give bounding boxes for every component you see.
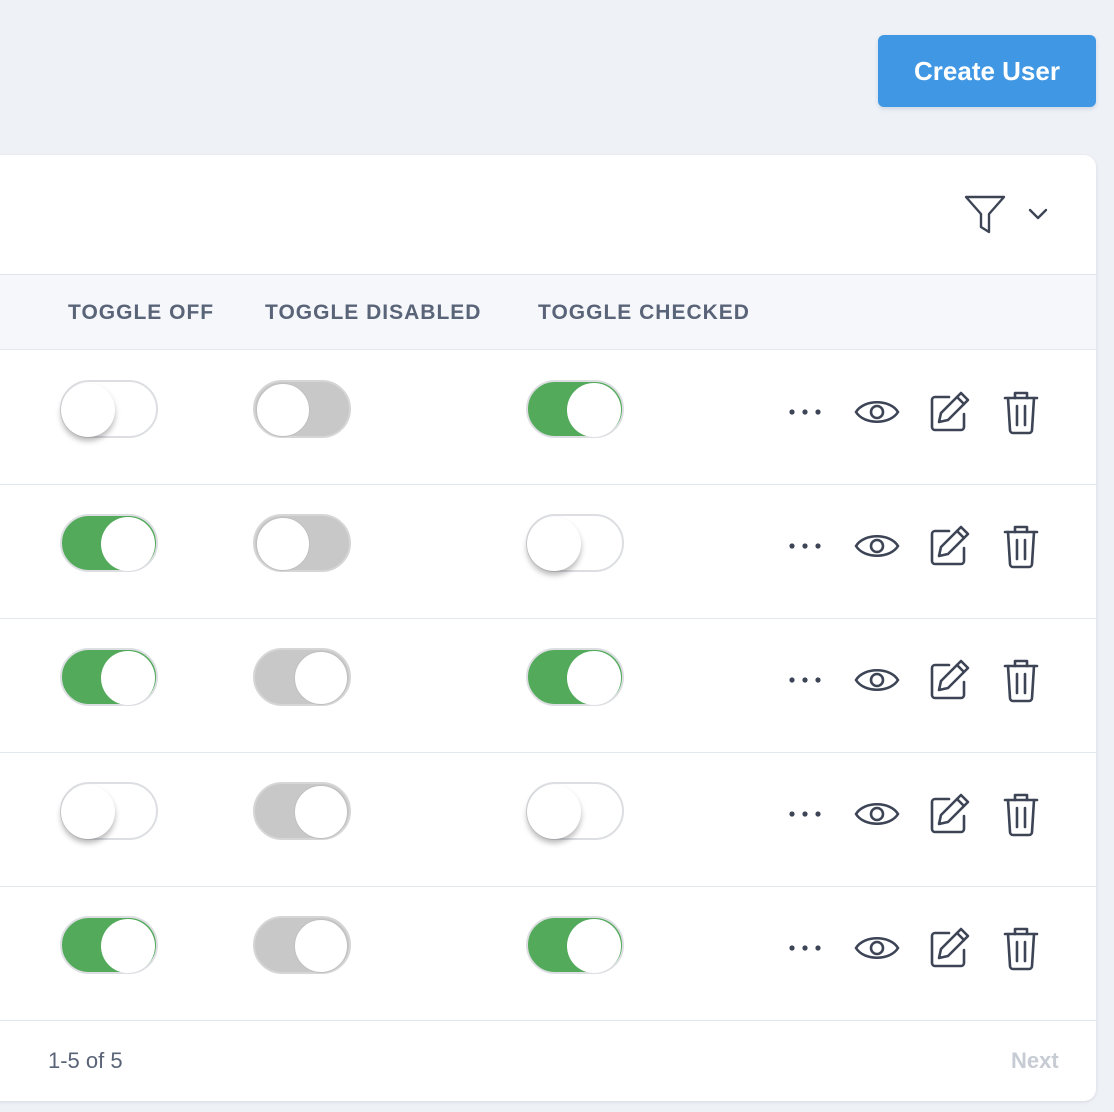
toggle-knob [527,785,581,839]
delete-icon[interactable] [998,925,1044,971]
pagination-range: 1-5 of 5 [48,1048,123,1073]
table-row [0,351,1096,485]
toggle-knob [101,919,155,973]
delete-icon[interactable] [998,791,1044,837]
table-row [0,485,1096,619]
toggle-knob [294,919,348,973]
toggle-knob [294,651,348,705]
toggle-off-switch[interactable] [60,648,158,706]
column-header-toggle-disabled: TOGGLE DISABLED [265,301,482,324]
delete-icon[interactable] [998,523,1044,569]
toggle-checked-switch[interactable] [526,380,624,438]
toggle-checked-switch[interactable] [526,782,624,840]
toggle-checked-switch[interactable] [526,514,624,572]
toggle-disabled-switch [253,648,351,706]
toggle-disabled-switch [253,514,351,572]
filter-icon [963,192,1007,241]
next-page-button[interactable]: Next [1011,1048,1059,1074]
more-icon[interactable] [782,791,828,837]
filter-button[interactable] [963,193,1063,239]
filter-bar [0,155,1096,275]
more-icon[interactable] [782,925,828,971]
toggle-knob [101,517,155,571]
toggle-off-switch[interactable] [60,514,158,572]
more-icon[interactable] [782,657,828,703]
table-header: TOGGLE OFF TOGGLE DISABLED TOGGLE CHECKE… [0,275,1096,350]
toggle-knob [256,517,310,571]
pagination-footer: 1-5 of 5 Next [0,1021,1096,1101]
edit-icon[interactable] [926,925,972,971]
edit-icon[interactable] [926,657,972,703]
view-icon[interactable] [854,925,900,971]
edit-icon[interactable] [926,523,972,569]
delete-icon[interactable] [998,657,1044,703]
toggle-off-switch[interactable] [60,916,158,974]
toggle-off-switch[interactable] [60,380,158,438]
edit-icon[interactable] [926,791,972,837]
delete-icon[interactable] [998,389,1044,435]
edit-icon[interactable] [926,389,972,435]
toggle-knob [61,785,115,839]
toggle-knob [61,383,115,437]
toggle-checked-switch[interactable] [526,916,624,974]
toggle-disabled-switch [253,782,351,840]
chevron-down-icon [1027,207,1049,226]
more-icon[interactable] [782,523,828,569]
toggle-knob [567,919,621,973]
toggle-knob [567,383,621,437]
view-icon[interactable] [854,791,900,837]
toggle-knob [527,517,581,571]
more-icon[interactable] [782,389,828,435]
create-user-button[interactable]: Create User [878,35,1096,107]
column-header-toggle-off: TOGGLE OFF [68,301,215,324]
toggle-knob [294,785,348,839]
toggle-knob [567,651,621,705]
view-icon[interactable] [854,389,900,435]
view-icon[interactable] [854,523,900,569]
toggle-disabled-switch [253,380,351,438]
toggle-knob [256,383,310,437]
users-table-card: TOGGLE OFF TOGGLE DISABLED TOGGLE CHECKE… [0,155,1096,1101]
table-row [0,887,1096,1021]
table-row [0,619,1096,753]
view-icon[interactable] [854,657,900,703]
toggle-checked-switch[interactable] [526,648,624,706]
table-row [0,753,1096,887]
toggle-off-switch[interactable] [60,782,158,840]
column-header-toggle-checked: TOGGLE CHECKED [538,301,750,324]
toggle-disabled-switch [253,916,351,974]
toggle-knob [101,651,155,705]
